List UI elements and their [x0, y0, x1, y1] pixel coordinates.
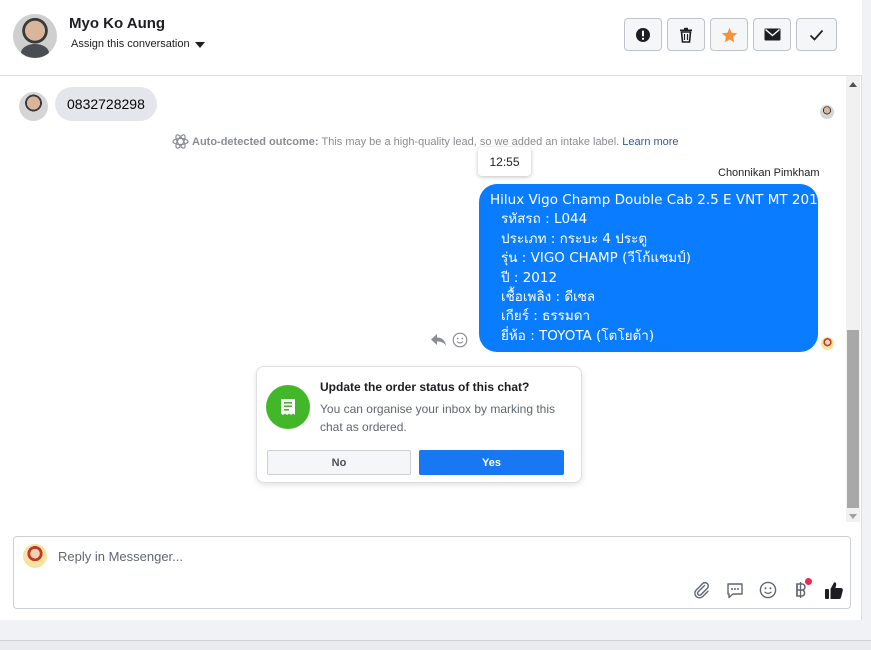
thumbs-up-icon	[825, 581, 843, 599]
contact-avatar[interactable]	[13, 14, 57, 58]
outgoing-message-bubble[interactable]: Hilux Vigo Champ Double Cab 2.5 E VNT MT…	[479, 184, 827, 352]
like-button[interactable]	[822, 578, 846, 602]
smiley-icon	[759, 581, 777, 599]
message-actions	[430, 332, 468, 348]
message-line: ปี : 2012	[501, 269, 558, 286]
assign-label: Assign this conversation	[71, 38, 190, 50]
conversation-header: Myo Ko Aung Assign this conversation	[0, 0, 862, 76]
reply-input[interactable]	[58, 549, 658, 564]
contact-name[interactable]: Myo Ko Aung	[69, 15, 165, 32]
order-card-text: You can organise your inbox by marking t…	[320, 402, 556, 434]
learn-more-link[interactable]: Learn more	[622, 136, 678, 148]
message-line: ยี่ห้อ : TOYOTA (โตโยต้า)	[501, 327, 655, 344]
message-line: เชื้อเพลิง : ดีเซล	[501, 289, 596, 306]
bottom-strip	[0, 640, 871, 650]
sender-avatar	[821, 337, 834, 350]
contact-message-avatar	[19, 92, 48, 121]
reply-composer	[13, 536, 851, 609]
outcome-text: This may be a high-quality lead, so we a…	[321, 135, 620, 148]
message-line: Hilux Vigo Champ Double Cab 2.5 E VNT MT…	[490, 192, 827, 208]
message-line: รหัสรถ : L044	[501, 211, 588, 228]
paperclip-icon	[694, 581, 709, 599]
timestamp-tooltip: 12:55	[478, 147, 531, 176]
alert-icon	[636, 27, 650, 42]
outcome-label: Auto-detected outcome:	[192, 135, 319, 148]
scroll-up-arrow-icon[interactable]	[849, 82, 857, 87]
auto-detected-outcome-notice: Auto-detected outcome: This may be a hig…	[172, 134, 679, 149]
yes-button[interactable]: Yes	[419, 450, 564, 475]
mark-done-button[interactable]	[796, 18, 837, 51]
star-icon	[721, 27, 737, 42]
message-line: ประเภท : กระบะ 4 ประตู	[501, 230, 648, 247]
atom-icon	[172, 134, 189, 149]
sender-name: Chonnikan Pimkham	[718, 167, 820, 179]
incoming-message-bubble[interactable]: 0832728298	[55, 87, 157, 121]
emoji-button[interactable]	[756, 578, 780, 602]
envelope-icon	[764, 28, 780, 41]
delete-button[interactable]	[667, 18, 705, 51]
order-receipt-icon	[266, 385, 310, 429]
payment-button[interactable]	[789, 578, 813, 602]
order-status-card: Update the order status of this chat? Yo…	[256, 366, 582, 483]
mark-unread-button[interactable]	[753, 18, 791, 51]
order-card-title: Update the order status of this chat?	[320, 380, 530, 394]
assign-conversation-dropdown[interactable]: Assign this conversation	[71, 38, 205, 50]
attachment-button[interactable]	[690, 578, 714, 602]
mark-spam-button[interactable]	[624, 18, 662, 51]
caret-down-icon	[194, 41, 205, 48]
star-button[interactable]	[710, 18, 748, 51]
seen-receipt-avatar	[820, 105, 834, 119]
check-icon	[809, 29, 824, 41]
composer-tools	[690, 578, 846, 602]
header-actions	[624, 18, 837, 51]
notification-dot	[805, 578, 812, 585]
conversation-panel: Myo Ko Aung Assign this conversation 083…	[0, 0, 862, 620]
emoji-reaction-icon[interactable]	[452, 332, 468, 348]
reply-icon[interactable]	[430, 333, 447, 347]
scrollbar-thumb[interactable]	[847, 330, 859, 508]
message-line: รุ่น : VIGO CHAMP (วีโก้แชมป์)	[501, 250, 691, 267]
scroll-down-arrow-icon[interactable]	[849, 514, 857, 519]
saved-replies-button[interactable]	[723, 578, 747, 602]
page-avatar	[23, 544, 47, 568]
message-line: เกียร์ : ธรรมดา	[501, 308, 591, 325]
no-button[interactable]: No	[267, 450, 411, 475]
chat-bubble-icon	[727, 582, 743, 598]
message-scrollbar[interactable]	[846, 76, 860, 522]
trash-icon	[680, 27, 692, 43]
